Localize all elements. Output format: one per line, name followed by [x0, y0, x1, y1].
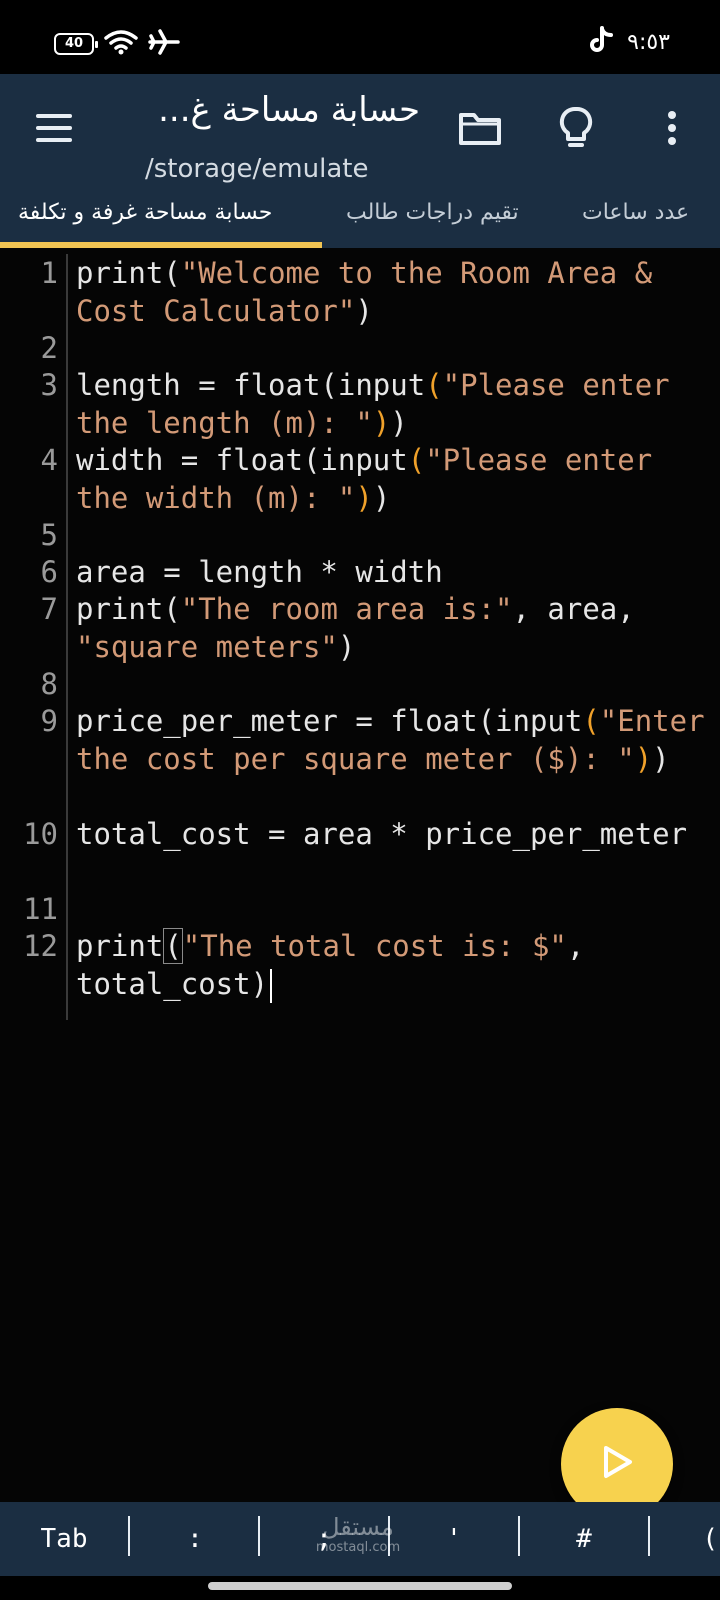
- line-number: 9: [40, 704, 58, 738]
- airplane-icon: [148, 28, 180, 60]
- code-editor[interactable]: 1 print("Welcome to the Room Area & Cost …: [0, 248, 720, 1502]
- code-text[interactable]: width = float(input("Please enter the wi…: [76, 441, 716, 517]
- folder-icon[interactable]: [452, 100, 508, 156]
- gutter-divider: [66, 254, 68, 1020]
- line-number: 4: [40, 443, 58, 477]
- key-open-paren[interactable]: (: [662, 1516, 718, 1562]
- line-number: 6: [40, 555, 58, 589]
- home-gesture-handle[interactable]: [208, 1582, 512, 1590]
- code-text[interactable]: total_cost = area * price_per_meter: [76, 815, 716, 853]
- key-separator: [128, 1516, 130, 1556]
- wifi-icon: [104, 29, 138, 59]
- code-text[interactable]: print("Welcome to the Room Area & Cost C…: [76, 254, 716, 330]
- code-text[interactable]: print("The room area is:", area, "square…: [76, 590, 716, 666]
- tab-hours-count[interactable]: عدد ساعات: [582, 200, 689, 225]
- lightbulb-icon[interactable]: [548, 100, 604, 156]
- line-number: 5: [40, 518, 58, 552]
- key-tab[interactable]: Tab: [14, 1516, 114, 1562]
- key-colon[interactable]: :: [145, 1516, 245, 1562]
- more-vert-icon[interactable]: [644, 100, 700, 156]
- code-text[interactable]: area = length * width: [76, 553, 716, 591]
- watermark-latin: mostaql.com: [315, 1540, 401, 1555]
- text-cursor: [270, 969, 273, 1003]
- key-quote[interactable]: ': [404, 1516, 504, 1562]
- menu-icon[interactable]: [34, 108, 74, 148]
- file-path: /storage/emulate: [145, 154, 369, 184]
- line-number: 8: [40, 667, 58, 701]
- tab-room-area[interactable]: حسابة مساحة غرفة و تكلفة: [18, 200, 272, 225]
- line-number: 2: [40, 331, 58, 365]
- app-bar: حسابة مساحة غ... /storage/emulate: [0, 74, 720, 190]
- line-number: 12: [23, 929, 58, 963]
- key-separator: [648, 1516, 650, 1556]
- symbol-key-bar: Tab : ; ' # ( مستقل mostaql.com: [0, 1502, 720, 1576]
- navigation-bar: [0, 1576, 720, 1600]
- line-number: 7: [40, 592, 58, 626]
- status-bar: 40 ٩:٥٣: [0, 0, 720, 74]
- play-icon: [600, 1444, 634, 1484]
- code-text[interactable]: print("The total cost is: $", total_cost…: [76, 927, 716, 1003]
- code-text[interactable]: length = float(input("Please enter the l…: [76, 366, 716, 442]
- watermark-arabic: مستقل: [322, 1513, 394, 1541]
- battery-indicator: 40: [54, 33, 98, 55]
- key-hash[interactable]: #: [534, 1516, 634, 1562]
- line-number: 11: [23, 892, 58, 926]
- tab-student-grades[interactable]: تقيم دراجات طالب: [346, 200, 519, 225]
- key-separator: [518, 1516, 520, 1556]
- line-number: 3: [40, 368, 58, 402]
- tab-bar: حسابة مساحة غرفة و تكلفة تقيم دراجات طال…: [0, 190, 720, 248]
- file-title: حسابة مساحة غ...: [158, 90, 420, 130]
- tiktok-icon: [589, 26, 614, 58]
- status-icons-right: ٩:٥٣: [589, 26, 670, 58]
- watermark: مستقل mostaql.com: [308, 1514, 408, 1556]
- key-separator: [258, 1516, 260, 1556]
- status-icons-left: 40: [54, 28, 180, 60]
- code-text[interactable]: price_per_meter = float(input("Enter the…: [76, 702, 716, 778]
- line-number: 1: [40, 256, 58, 290]
- line-number: 10: [23, 817, 58, 851]
- clock: ٩:٥٣: [627, 29, 670, 55]
